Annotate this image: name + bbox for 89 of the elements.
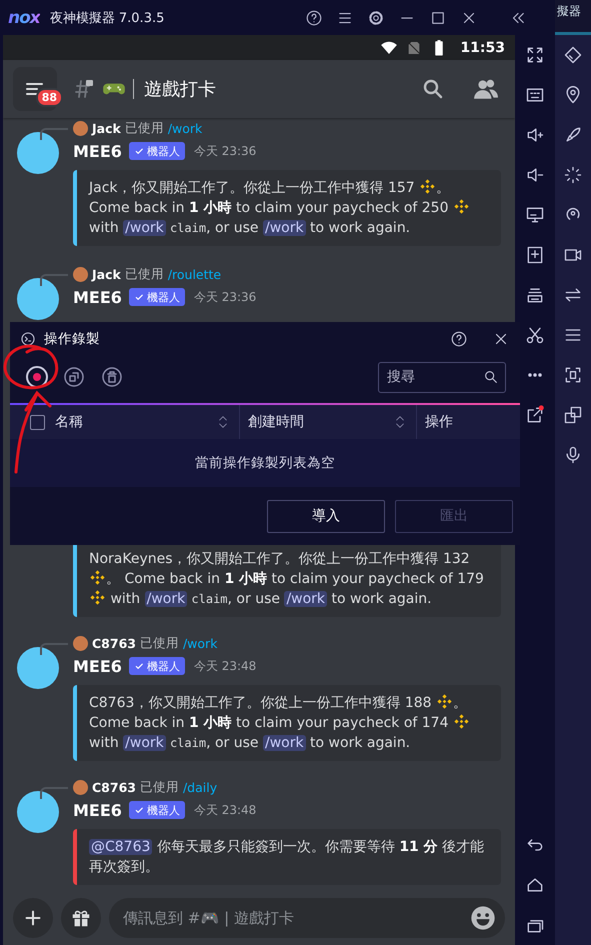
- message-text: NoraKeynes，你又開始工作了。你從上一份工作中獲得 132 。 Come back in 1 小時 to claim your paycheck of 179 with /work claim, or use /work to work again.: [88, 550, 485, 609]
- channel-name: 遊戲打卡: [144, 78, 216, 101]
- empty-message: 當前操作錄製列表為空: [195, 454, 335, 472]
- check-icon: [134, 146, 145, 156]
- message-field[interactable]: 傳訊息到 #🎮 | 遊戲打卡: [109, 898, 505, 938]
- reply-action: 已使用: [140, 634, 179, 652]
- user-avatar: [73, 636, 88, 650]
- bot-avatar[interactable]: [17, 132, 59, 174]
- command-link[interactable]: /work: [284, 591, 328, 607]
- record-button[interactable]: [26, 366, 48, 388]
- column-header[interactable]: 名稱: [55, 413, 83, 431]
- expand-icon[interactable]: [525, 45, 545, 65]
- add-app-icon[interactable]: [525, 245, 545, 265]
- window-title: 夜神模擬器 7.0.3.5: [50, 10, 164, 26]
- username[interactable]: Jack: [92, 120, 121, 136]
- check-icon: [134, 292, 145, 302]
- multi-window-icon[interactable]: [563, 405, 583, 425]
- command-link[interactable]: /daily: [182, 780, 218, 794]
- window-title: 擬器: [557, 3, 581, 20]
- bot-avatar[interactable]: [17, 647, 59, 689]
- add-button[interactable]: [13, 898, 53, 938]
- timestamp: 今天 23:36: [194, 288, 256, 306]
- search-icon[interactable]: [421, 77, 445, 101]
- timestamp: 今天 23:48: [194, 658, 256, 674]
- user-avatar: [73, 120, 88, 136]
- author-name[interactable]: MEE6: [73, 288, 122, 306]
- author-name[interactable]: MEE6: [73, 800, 122, 820]
- settings-icon[interactable]: [367, 8, 385, 26]
- delete-icon[interactable]: [100, 365, 124, 389]
- coin-icon: [419, 178, 436, 195]
- username[interactable]: C8763: [92, 780, 136, 794]
- coin-icon: [89, 589, 106, 606]
- help-icon[interactable]: [305, 8, 323, 26]
- message-text: @C8763 你每天最多只能簽到一次。你需要等待 11 分 後才能再次簽到。: [88, 838, 486, 877]
- macro-icon: [20, 330, 36, 346]
- coin-icon: [89, 569, 106, 586]
- loading-icon[interactable]: [563, 165, 583, 185]
- coin-icon: [452, 713, 470, 730]
- author-name[interactable]: MEE6: [73, 656, 122, 676]
- export-icon[interactable]: [62, 365, 86, 389]
- command-link[interactable]: /work: [123, 220, 166, 236]
- dialog-title: 操作錄製: [44, 330, 100, 348]
- emoji-icon[interactable]: [469, 904, 497, 932]
- search-icon: [483, 368, 499, 384]
- check-icon: [134, 660, 145, 672]
- column-header[interactable]: 創建時間: [248, 413, 304, 431]
- clock: 11:53: [460, 40, 505, 56]
- help-icon[interactable]: [450, 330, 468, 348]
- user-avatar: [73, 780, 88, 794]
- screenshot-icon[interactable]: [563, 365, 583, 385]
- mention-link[interactable]: @C8763: [89, 839, 152, 855]
- user-avatar: [73, 266, 88, 282]
- coin-icon: [452, 198, 470, 215]
- search-field[interactable]: 搜尋: [378, 362, 506, 392]
- external-link-icon[interactable]: [525, 405, 545, 425]
- author-name[interactable]: MEE6: [73, 142, 122, 160]
- command-link[interactable]: /work: [262, 735, 306, 751]
- badge-label: 機器人: [146, 802, 180, 818]
- column-header[interactable]: 操作: [425, 413, 453, 431]
- check-icon: [134, 804, 145, 816]
- command-link[interactable]: /roulette: [168, 266, 222, 282]
- notification-badge: 88: [36, 88, 63, 107]
- rotate-icon[interactable]: [563, 45, 583, 65]
- import-button[interactable]: 導入: [267, 500, 385, 532]
- scissors-icon[interactable]: [525, 325, 545, 345]
- coin-icon: [436, 693, 454, 710]
- username[interactable]: Jack: [92, 266, 121, 282]
- command-link[interactable]: /work: [168, 120, 202, 136]
- bot-avatar[interactable]: [17, 278, 59, 320]
- username[interactable]: C8763: [92, 636, 136, 650]
- reply-action: 已使用: [124, 120, 164, 136]
- command-link[interactable]: /work: [123, 735, 166, 751]
- badge-label: 機器人: [146, 290, 180, 304]
- no-sim-icon: [406, 40, 422, 56]
- command-link[interactable]: /work: [182, 636, 218, 650]
- reply-action: 已使用: [124, 266, 164, 282]
- message-text: Jack，你又開始工作了。你從上一份工作中獲得 157 。 Come back in 1 小時 to claim your paycheck of 250 with /work claim, or use /work to work again.: [77, 170, 501, 246]
- command-link[interactable]: /work: [262, 220, 306, 236]
- timestamp: 今天 23:48: [194, 802, 256, 818]
- reply-action: 已使用: [140, 778, 179, 796]
- timestamp: 今天 23:36: [194, 142, 256, 160]
- message-text: C8763，你又開始工作了。你從上一份工作中獲得 188 。 Come back in 1 小時 to claim your paycheck of 174 with /work claim, or use /work to work again.: [77, 685, 501, 761]
- monitor-icon[interactable]: [525, 205, 545, 225]
- bot-avatar[interactable]: [17, 791, 59, 833]
- badge-label: 機器人: [146, 658, 180, 674]
- badge-label: 機器人: [146, 144, 180, 158]
- gift-button[interactable]: [61, 898, 101, 938]
- select-all-checkbox[interactable]: [30, 414, 45, 430]
- command-link[interactable]: /work: [144, 591, 188, 607]
